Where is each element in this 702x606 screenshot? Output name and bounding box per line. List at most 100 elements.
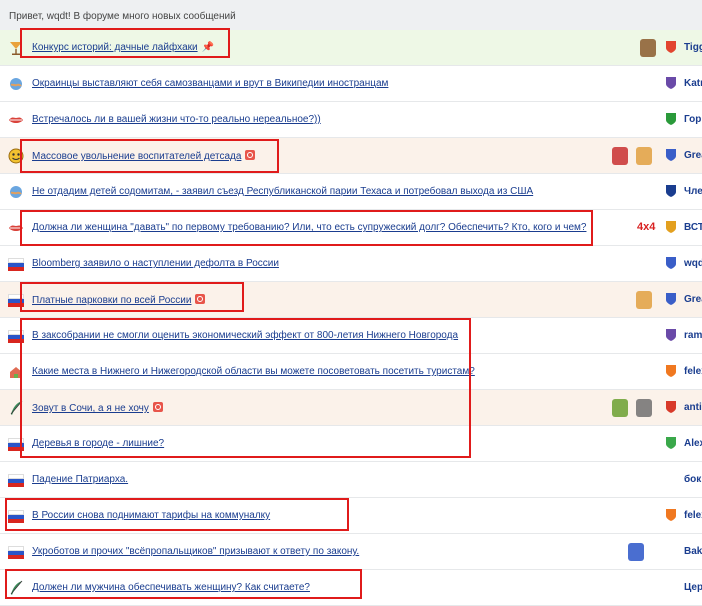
- participant-avatar-icon[interactable]: [636, 147, 652, 165]
- topic-title: Укроботов и прочих "всёпропальщиков" при…: [32, 546, 360, 557]
- russia-flag-icon: [8, 258, 24, 271]
- last-poster[interactable]: Tigg: [684, 42, 702, 53]
- participant-avatar-icon[interactable]: [612, 147, 628, 165]
- participant-avatar-icon[interactable]: [612, 399, 628, 417]
- last-poster[interactable]: ВСТ: [684, 222, 702, 233]
- topic-link[interactable]: Конкурс историй: дачные лайфхаки 📌: [32, 42, 214, 53]
- topic-link[interactable]: Деревья в городе - лишние?: [32, 438, 164, 449]
- topic-row: Деревья в городе - лишние? Alex: [0, 426, 702, 462]
- lips-icon: [8, 112, 24, 128]
- user-badge-icon: [666, 149, 676, 161]
- user-badge-icon: [666, 365, 676, 377]
- topic-row: Встречалось ли в вашей жизни что-то реал…: [0, 102, 702, 138]
- user-badge-icon: [666, 185, 676, 197]
- topic-link[interactable]: Какие места в Нижнего и Нижегородской об…: [32, 366, 475, 377]
- topic-row: Укроботов и прочих "всёпропальщиков" при…: [0, 534, 702, 570]
- topic-row: Должна ли женщина "давать" по первому тр…: [0, 210, 702, 246]
- user-badge-icon: [666, 41, 676, 53]
- globe-icon: [8, 184, 24, 200]
- last-poster[interactable]: antic: [684, 402, 702, 413]
- topic-link[interactable]: Укроботов и прочих "всёпропальщиков" при…: [32, 546, 359, 557]
- house-icon: [8, 364, 24, 380]
- lips-icon: [8, 220, 24, 236]
- topic-link[interactable]: Окраинцы выставляют себя самозванцами и …: [32, 78, 388, 89]
- topic-title: Окраинцы выставляют себя самозванцами и …: [32, 78, 389, 89]
- participant-avatar-icon[interactable]: [640, 39, 656, 57]
- russia-flag-icon: [8, 294, 24, 307]
- participant-avatar-icon[interactable]: [636, 399, 652, 417]
- topic-link[interactable]: Bloomberg заявило о наступлении дефолта …: [32, 258, 279, 269]
- last-poster[interactable]: Grea: [684, 294, 702, 305]
- topic-title: В России снова поднимают тарифы на комму…: [32, 510, 271, 521]
- topic-link[interactable]: Не отдадим детей содомитам, - заявил съе…: [32, 186, 533, 197]
- last-poster[interactable]: wqd: [684, 258, 702, 269]
- cocktail-icon: [8, 40, 24, 56]
- pin-icon: 📌: [201, 42, 215, 53]
- feather-icon: [8, 580, 24, 596]
- topic-title: Должен ли мужчина обеспечивать женщину? …: [32, 582, 310, 593]
- russia-flag-icon: [8, 510, 24, 523]
- participant-avatar-icon[interactable]: [636, 291, 652, 309]
- user-badge-icon: [666, 257, 676, 269]
- last-poster[interactable]: Alex: [684, 438, 702, 449]
- topic-row: Платные парковки по всей России Grea: [0, 282, 702, 318]
- participant-avatar-icon[interactable]: [628, 543, 644, 561]
- topic-title: Массовое увольнение воспитателей детсада: [32, 151, 242, 162]
- topic-row: Должен ли мужчина обеспечивать женщину? …: [0, 570, 702, 606]
- last-poster[interactable]: Bakt: [684, 546, 702, 557]
- topic-row: Окраинцы выставляют себя самозванцами и …: [0, 66, 702, 102]
- last-poster[interactable]: Гори: [684, 114, 702, 125]
- user-badge-icon: [666, 113, 676, 125]
- topic-title: Конкурс историй: дачные лайфхаки: [32, 42, 198, 53]
- smiley-icon: [8, 148, 24, 164]
- last-poster[interactable]: felex: [684, 510, 702, 521]
- last-poster[interactable]: Grea: [684, 150, 702, 161]
- last-poster[interactable]: Чле: [684, 186, 702, 197]
- feather-icon: [8, 400, 24, 416]
- hot-topic-icon: [245, 150, 256, 160]
- topic-link[interactable]: Падение Патриарха.: [32, 474, 128, 485]
- russia-flag-icon: [8, 438, 24, 451]
- user-badge-icon: [666, 293, 676, 305]
- topic-link[interactable]: В России снова поднимают тарифы на комму…: [32, 510, 270, 521]
- topic-row: Какие места в Нижнего и Нижегородской об…: [0, 354, 702, 390]
- topic-row: Падение Патриарха. бок: [0, 462, 702, 498]
- topic-tag: 4x4: [637, 221, 656, 233]
- last-poster[interactable]: бок: [684, 474, 701, 485]
- topic-row: Зовут в Сочи, а я не хочу antic: [0, 390, 702, 426]
- topic-link[interactable]: Должна ли женщина "давать" по первому тр…: [32, 222, 586, 233]
- topic-row: Не отдадим детей содомитам, - заявил съе…: [0, 174, 702, 210]
- topic-row: Конкурс историй: дачные лайфхаки 📌 Tigg: [0, 30, 702, 66]
- last-poster[interactable]: Цер: [684, 582, 702, 593]
- last-poster[interactable]: Katr: [684, 78, 702, 89]
- russia-flag-icon: [8, 474, 24, 487]
- topic-title: Платные парковки по всей России: [32, 295, 192, 306]
- topic-row: В заксобрании не смогли оценить экономич…: [0, 318, 702, 354]
- topic-link[interactable]: В заксобрании не смогли оценить экономич…: [32, 330, 458, 341]
- topic-row: В России снова поднимают тарифы на комму…: [0, 498, 702, 534]
- topic-link[interactable]: Встречалось ли в вашей жизни что-то реал…: [32, 114, 321, 125]
- topic-row: Массовое увольнение воспитателей детсада…: [0, 138, 702, 174]
- greeting-text: Привет, wqdt! В форуме много новых сообщ…: [9, 11, 236, 22]
- forum-header: Привет, wqdt! В форуме много новых сообщ…: [0, 0, 702, 31]
- topic-link[interactable]: Зовут в Сочи, а я не хочу: [32, 402, 163, 414]
- topic-title: Встречалось ли в вашей жизни что-то реал…: [32, 114, 321, 125]
- topic-title: В заксобрании не смогли оценить экономич…: [32, 330, 459, 341]
- user-badge-icon: [666, 401, 676, 413]
- topic-title: Какие места в Нижнего и Нижегородской об…: [32, 366, 475, 377]
- topic-title: Падение Патриарха.: [32, 474, 129, 485]
- globe-icon: [8, 76, 24, 92]
- last-poster[interactable]: felex: [684, 366, 702, 377]
- topic-title: Зовут в Сочи, а я не хочу: [32, 403, 149, 414]
- hot-topic-icon: [195, 294, 206, 304]
- user-badge-icon: [666, 221, 676, 233]
- topic-link[interactable]: Должен ли мужчина обеспечивать женщину? …: [32, 582, 310, 593]
- topic-link[interactable]: Массовое увольнение воспитателей детсада: [32, 150, 256, 162]
- topic-title: Деревья в городе - лишние?: [32, 438, 165, 449]
- user-badge-icon: [666, 329, 676, 341]
- last-poster[interactable]: rama: [684, 330, 702, 341]
- user-badge-icon: [666, 509, 676, 521]
- user-badge-icon: [666, 77, 676, 89]
- topic-title: Bloomberg заявило о наступлении дефолта …: [32, 258, 279, 269]
- topic-link[interactable]: Платные парковки по всей России: [32, 294, 206, 306]
